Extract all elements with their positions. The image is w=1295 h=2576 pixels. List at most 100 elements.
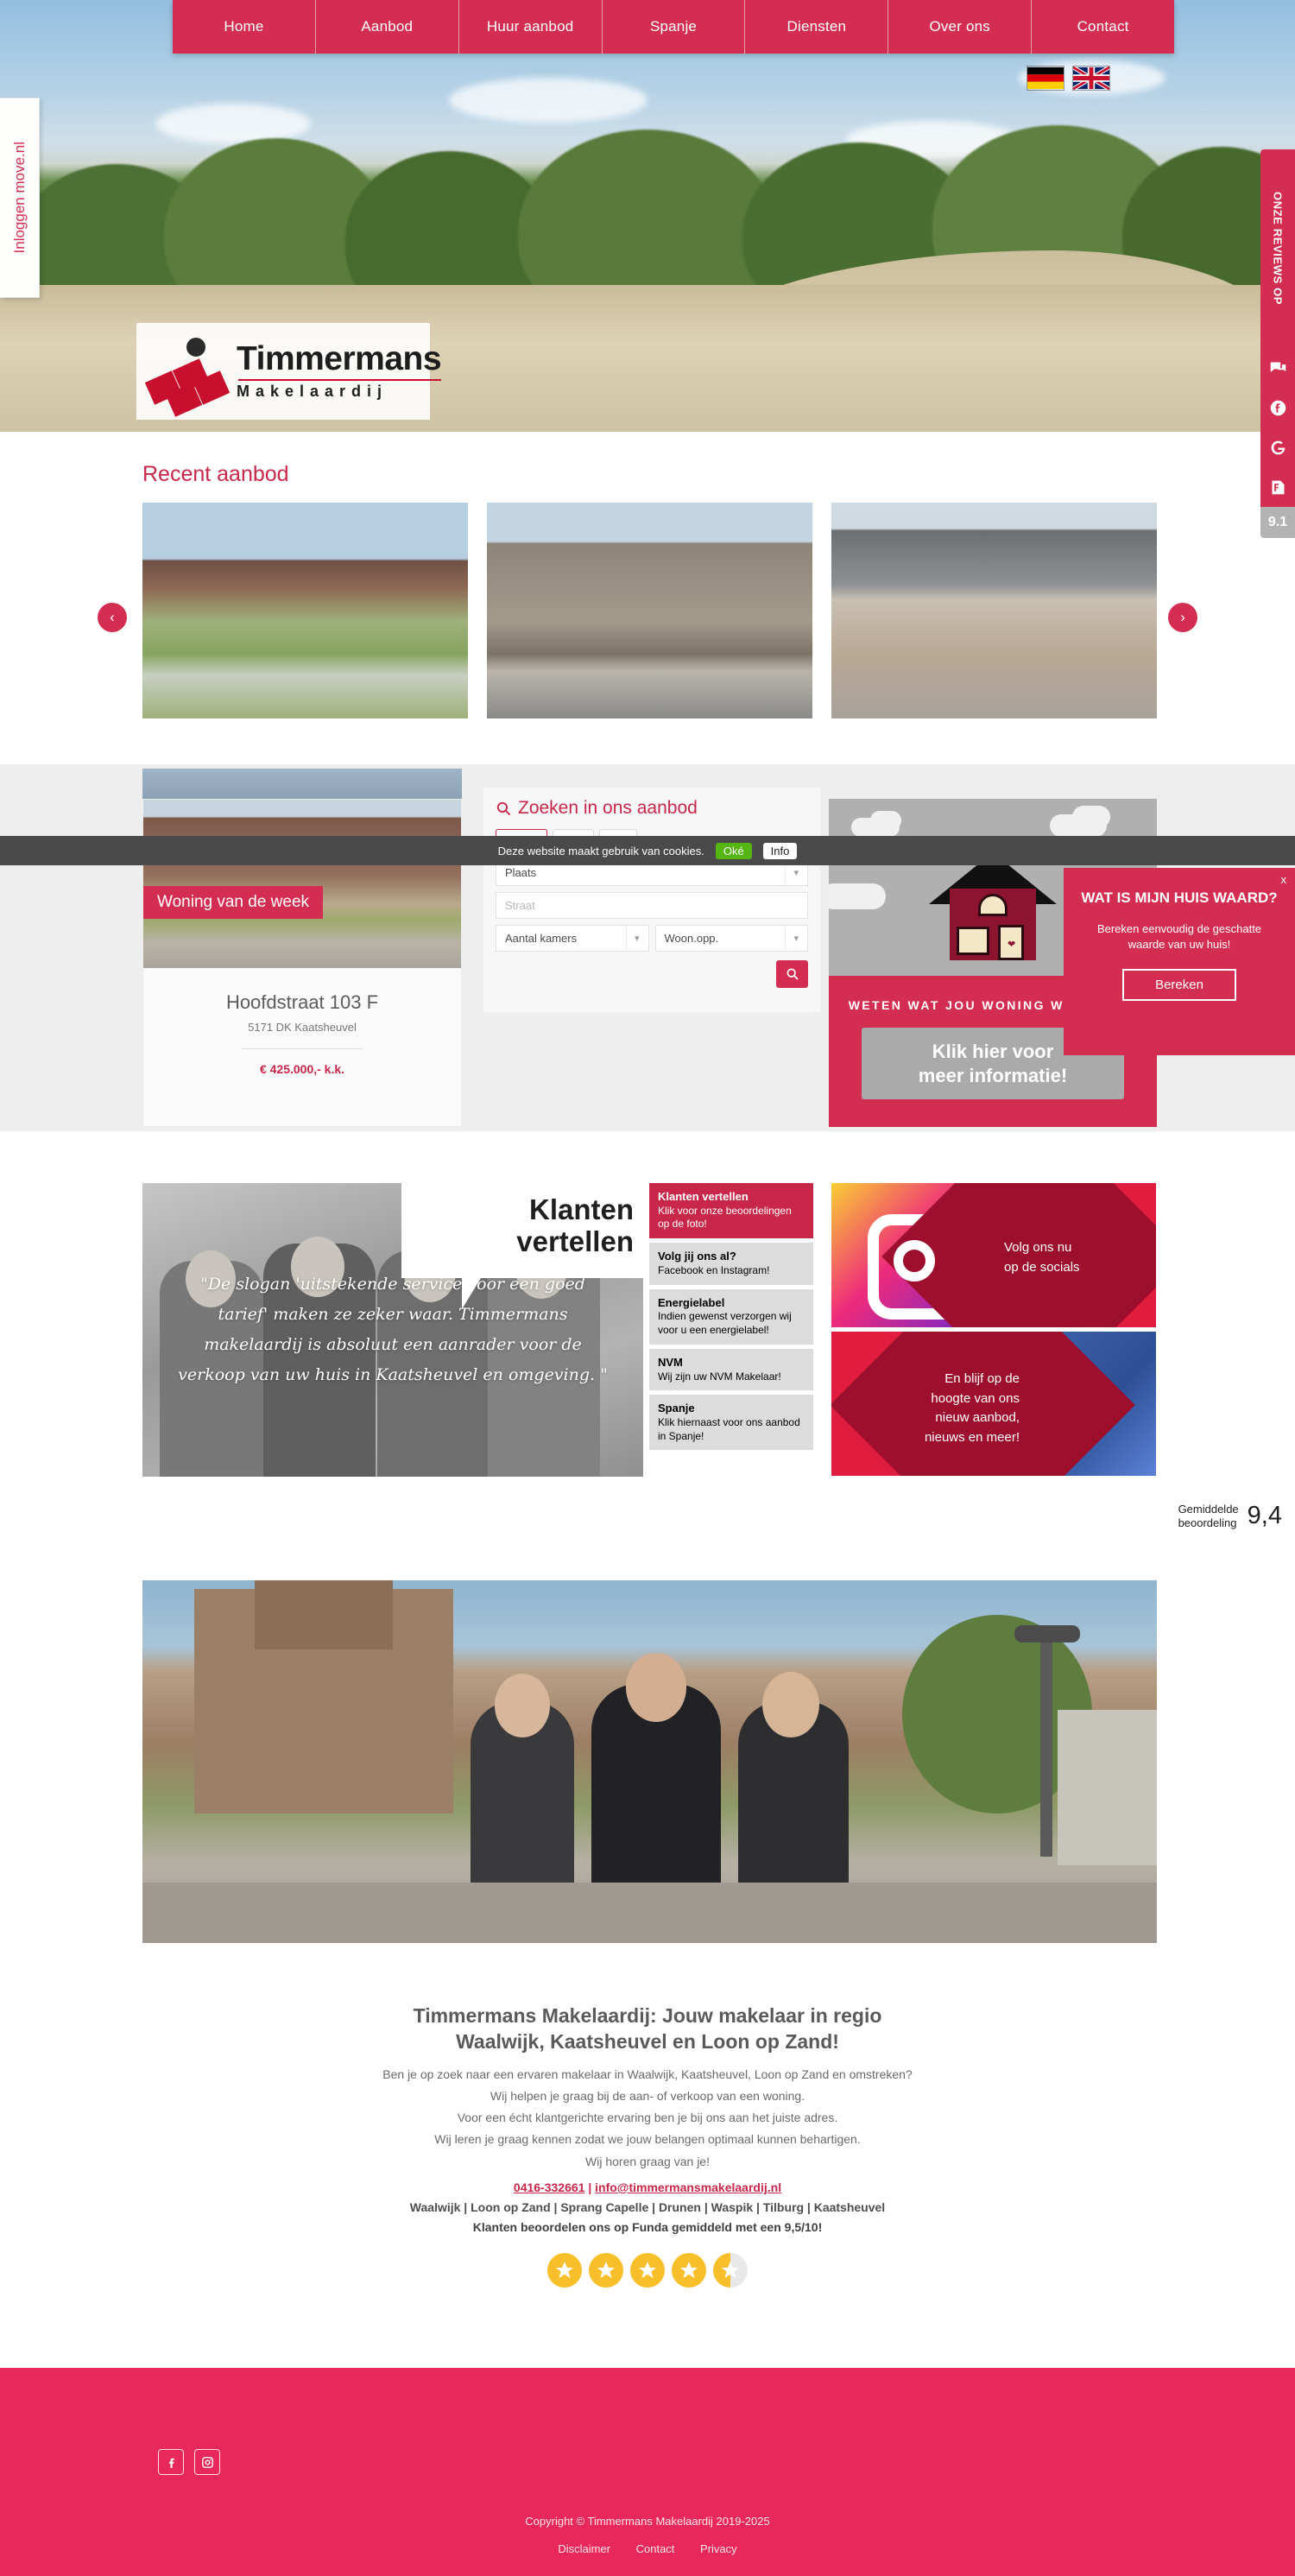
chevron-down-icon: ▾ [785, 926, 799, 951]
uk-flag[interactable] [1072, 66, 1110, 91]
house-value-popup: x WAT IS MIJN HUIS WAARD? Bereken eenvou… [1064, 868, 1295, 1055]
nav-item-contact[interactable]: Contact [1032, 0, 1175, 54]
woning-address: Hoofdstraat 103 F [225, 991, 379, 1013]
popup-subtitle: Bereken eenvoudig de geschatte waarde va… [1096, 922, 1262, 951]
instagram-promo-text: Volg ons nu op de socials [1004, 1240, 1080, 1275]
nav-label: Huur aanbod [486, 18, 574, 35]
nav-label: Diensten [786, 18, 847, 35]
divider [242, 1048, 363, 1049]
star-icon [630, 2252, 665, 2288]
reviews-rail: ONZE REVIEWS OP 9.1 [1260, 149, 1295, 538]
team-photo [142, 1580, 1157, 1943]
logo-mark-icon [144, 332, 233, 417]
nav-label: Spanje [649, 18, 698, 35]
nav-item-aanbod[interactable]: Aanbod [315, 0, 459, 54]
listings-carousel [142, 503, 1157, 718]
woonopp-value: Woon.opp. [664, 932, 719, 945]
recent-listings-section: Recent aanbod ‹ › [0, 432, 1295, 764]
list-item-nvm[interactable]: NVM Wij zijn uw NVM Makelaar! [649, 1348, 813, 1391]
page-title-recent: Recent aanbod [142, 462, 289, 486]
facebook-icon[interactable] [158, 2449, 184, 2475]
search-submit-button[interactable] [776, 960, 808, 988]
logo-subtitle: Makelaardij [237, 383, 388, 400]
item-heading: Spanje [658, 1402, 695, 1415]
nav-item-diensten[interactable]: Diensten [745, 0, 889, 54]
list-item-volg-jij-ons-al[interactable]: Volg jij ons al? Facebook en Instagram! [649, 1243, 813, 1285]
list-item-klanten-vertellen[interactable]: Klanten vertellen Klik voor onze beoorde… [649, 1183, 813, 1239]
item-sub: Klik voor onze beoordelingen op de foto! [658, 1204, 792, 1231]
carousel-next-button[interactable]: › [1168, 603, 1197, 632]
woning-image [143, 800, 461, 968]
nav-item-over-ons[interactable]: Over ons [888, 0, 1033, 54]
bereken-button[interactable]: Bereken [1122, 969, 1236, 1002]
facebook-promo-card[interactable]: En blijf op de hoogte van ons nieuw aanb… [831, 1332, 1156, 1476]
listing-card[interactable] [831, 503, 1157, 718]
about-line-5: Wij horen graag van je! [585, 2154, 710, 2168]
google-icon[interactable] [1260, 427, 1295, 467]
testimonials-bubble: Klanten vertellen [401, 1174, 648, 1309]
promo-btn-line2: meer informatie! [918, 1064, 1068, 1086]
social-promo-cards: Volg ons nu op de socials En blijf op de… [831, 1183, 1156, 1480]
about-section: Timmermans Makelaardij: Jouw makelaar in… [0, 2003, 1295, 2288]
nav-label: Contact [1077, 18, 1129, 35]
login-move-nl-tab[interactable]: Inloggen move.nl [0, 98, 40, 298]
nav-item-home[interactable]: Home [173, 0, 316, 54]
cookie-accept-button[interactable]: Oké [715, 842, 752, 859]
rating-label-line2: beoordeling [1178, 1516, 1237, 1529]
german-flag[interactable] [1027, 66, 1064, 91]
facebook-icon[interactable] [1260, 388, 1295, 427]
search-icon [786, 968, 799, 980]
kamers-select[interactable]: Aantal kamers ▾ [496, 925, 649, 952]
reviews-rail-title: ONZE REVIEWS OP [1260, 149, 1295, 348]
logo-name: Timmermans [237, 340, 442, 377]
phone-link[interactable]: 0416-332661 [514, 2180, 585, 2194]
nav-item-huur-aanbod[interactable]: Huur aanbod [458, 0, 603, 54]
logo-rule [238, 379, 442, 381]
item-sub: Indien gewenst verzorgen wij voor u een … [658, 1310, 792, 1337]
site-logo[interactable]: Timmermans Makelaardij [136, 323, 442, 420]
cookie-info-button[interactable]: Info [762, 842, 798, 859]
reviews-icon[interactable] [1260, 348, 1295, 388]
instagram-icon[interactable] [194, 2449, 220, 2475]
page-root: Home Aanbod Huur aanbod Spanje Diensten … [0, 0, 1295, 2576]
item-sub: Facebook en Instagram! [658, 1263, 770, 1276]
nav-item-spanje[interactable]: Spanje [602, 0, 746, 54]
close-icon[interactable]: x [1281, 873, 1287, 886]
review-score: 9.1 [1260, 507, 1295, 538]
woonopp-select[interactable]: Woon.opp. ▾ [654, 925, 808, 952]
nav-label: Home [224, 18, 264, 35]
listing-card[interactable] [142, 503, 468, 718]
star-icon [547, 2252, 582, 2288]
rating-label-line1: Gemiddelde [1178, 1502, 1239, 1516]
list-item-energielabel[interactable]: Energielabel Indien gewenst verzorgen wi… [649, 1288, 813, 1345]
reviews-rail-label: ONZE REVIEWS OP [1271, 192, 1285, 306]
about-line-1: Ben je op zoek naar een ervaren makelaar… [382, 2066, 913, 2081]
separator: | [588, 2180, 592, 2194]
nav-label: Aanbod [361, 18, 414, 35]
footer-link-contact[interactable]: Contact [636, 2542, 675, 2555]
star-icon [672, 2252, 706, 2288]
straat-input[interactable]: Straat [496, 892, 808, 919]
footer-link-disclaimer[interactable]: Disclaimer [558, 2542, 610, 2555]
bubble-line1: Klanten [528, 1193, 634, 1226]
funda-icon[interactable] [1260, 467, 1295, 507]
listing-card[interactable] [487, 503, 812, 718]
average-rating-badge: Gemiddelde beoordeling 9,4 [1166, 1497, 1293, 1535]
footer-link-privacy[interactable]: Privacy [700, 2542, 737, 2555]
instagram-promo-card[interactable]: Volg ons nu op de socials [831, 1183, 1156, 1327]
item-sub: Wij zijn uw NVM Makelaar! [658, 1370, 781, 1383]
star-half-icon [713, 2252, 748, 2288]
list-item-spanje[interactable]: Spanje Klik hiernaast voor ons aanbod in… [649, 1395, 813, 1451]
email-link[interactable]: info@timmermansmakelaardij.nl [595, 2180, 781, 2194]
funda-rating-text: Klanten beoordelen ons op Funda gemiddel… [472, 2219, 823, 2234]
about-line-3: Voor een écht klantgerichte ervaring ben… [457, 2111, 838, 2125]
testimonials-section: "De slogan 'uitstekende service voor een… [0, 1157, 1295, 1537]
testimonial-quote: "De slogan 'uitstekende service voor een… [178, 1275, 608, 1385]
carousel-prev-button[interactable]: ‹ [98, 603, 127, 632]
item-heading: Klanten vertellen [658, 1190, 749, 1203]
star-icon [589, 2252, 623, 2288]
item-heading: Energielabel [658, 1295, 725, 1309]
popup-title: WAT IS MIJN HUIS WAARD? [1081, 889, 1278, 906]
search-title-label: Zoeken in ons aanbod [518, 798, 698, 818]
about-paragraphs: Ben je op zoek naar een ervaren makelaar… [0, 2064, 1295, 2173]
